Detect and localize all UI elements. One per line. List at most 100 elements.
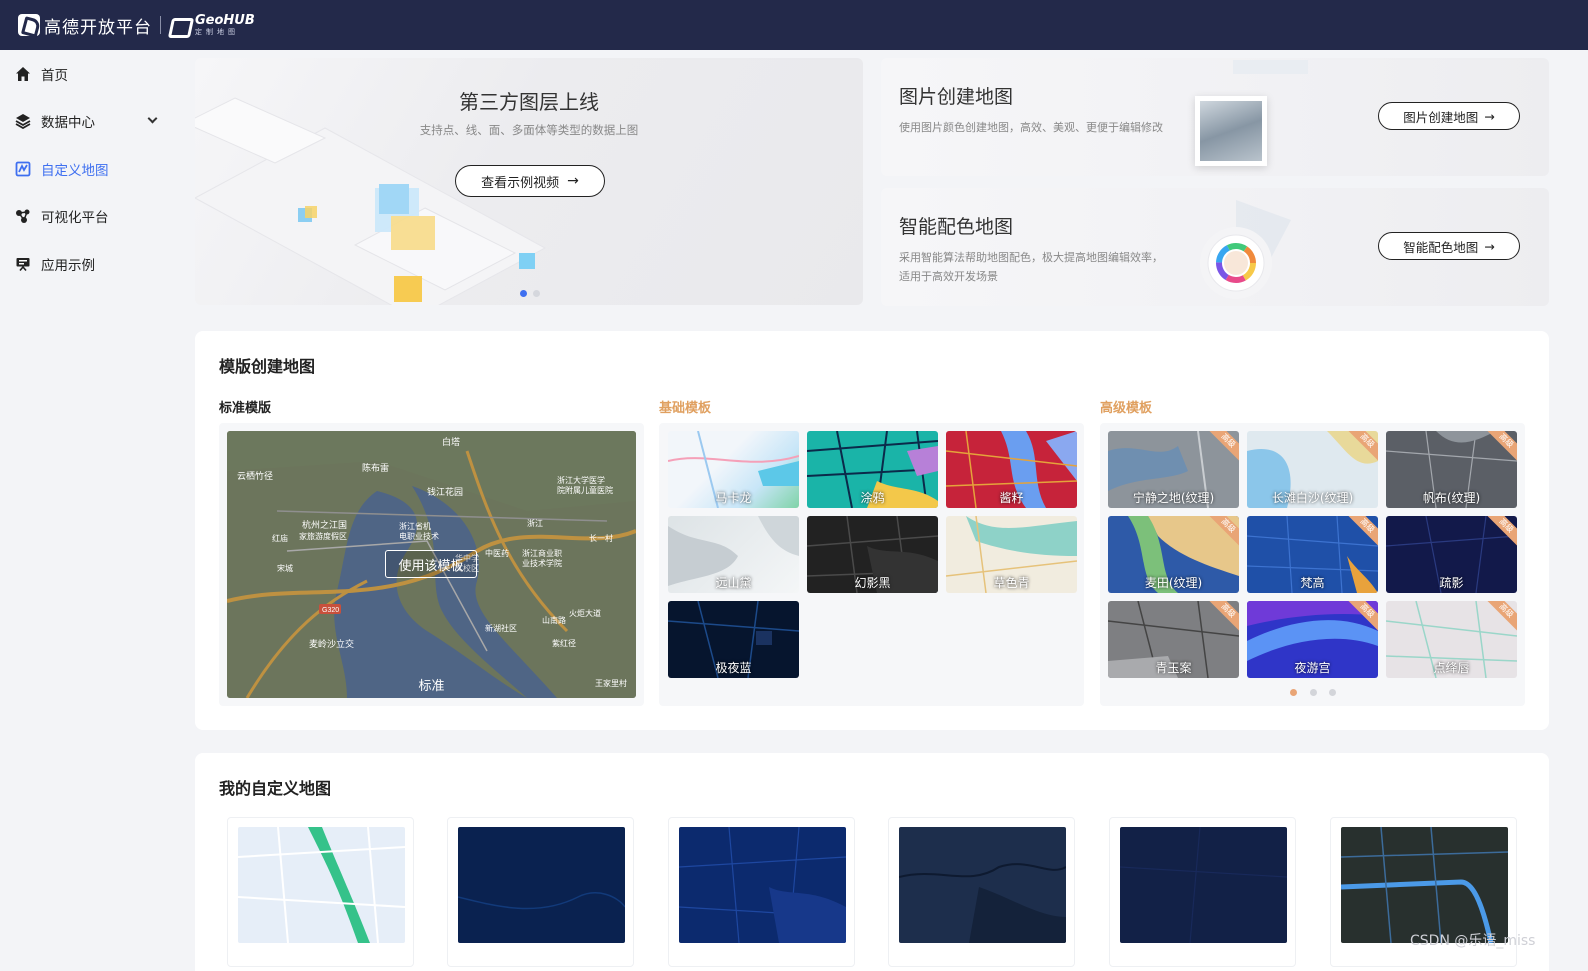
map-thumbnail [238, 827, 405, 943]
template-name: 宁静之地(纹理) [1132, 491, 1215, 505]
app-example-icon [15, 256, 31, 272]
template-name: 点绛唇 [1433, 661, 1470, 675]
map-name-label: 标准 [418, 679, 445, 694]
my-map-card[interactable] [888, 817, 1075, 967]
basic-template-card[interactable]: 草色青 [946, 516, 1077, 593]
button-label: 查看示例视频 [481, 175, 560, 191]
watermark: CSDN @乐语_miss [1410, 933, 1536, 949]
template-name: 远山黛 [715, 576, 752, 590]
template-name: 幻影黑 [854, 576, 891, 590]
map-thumbnail [899, 827, 1066, 943]
button-label: 智能配色地图 [1403, 239, 1479, 255]
my-map-card[interactable] [1109, 817, 1296, 967]
carousel-dot[interactable] [533, 290, 540, 297]
basic-template-card[interactable]: 酱籽 [946, 431, 1077, 508]
hero-subtitle: 支持点、线、面、多面体等类型的数据上图 [419, 123, 639, 137]
use-template-button[interactable]: 使用该模板 [385, 550, 477, 578]
sidebar-item-home[interactable]: 首页 [0, 50, 180, 98]
map-place-label: 红庙 [272, 533, 288, 543]
carousel-dot[interactable] [1310, 689, 1317, 696]
map-place-label: 浙江大学医学 [557, 475, 605, 485]
map-preview [899, 863, 1066, 943]
advanced-template-card[interactable]: 高级 点绛唇 [1386, 601, 1517, 678]
chevron-down-icon[interactable] [147, 113, 158, 123]
advanced-template-card[interactable]: 高级 疏影 [1386, 516, 1517, 593]
brand-divider [160, 16, 161, 34]
sidebar-item-app-examples[interactable]: 应用示例 [0, 240, 180, 288]
advanced-template-card[interactable]: 高级 帆布(纹理) [1386, 431, 1517, 508]
my-map-card[interactable] [447, 817, 634, 967]
map-place-label: 山南路 [542, 615, 566, 625]
map-place-label: 紫红径 [552, 638, 576, 648]
view-example-video-button[interactable]: 查看示例视频 → [455, 165, 605, 197]
wave-photo-icon [1200, 101, 1262, 161]
brand-name: 高德开放平台 [44, 17, 152, 38]
arrow-right-icon: → [567, 173, 579, 189]
template-name: 酱籽 [999, 491, 1024, 505]
template-name: 马卡龙 [715, 491, 752, 505]
template-name: 草色青 [993, 576, 1030, 590]
sidebar-item-custom-map[interactable]: 自定义地图 [0, 145, 180, 193]
template-name: 长滩白沙(纹理) [1271, 491, 1354, 505]
basic-template-card[interactable]: 幻影黑 [807, 516, 938, 593]
sidebar-item-label: 首页 [41, 67, 68, 84]
template-name: 疏影 [1439, 576, 1464, 590]
basic-template-card[interactable]: 极夜蓝 [668, 601, 799, 678]
map-place-label: 火炬大道 [569, 608, 601, 618]
basic-template-card[interactable]: 涂鸦 [807, 431, 938, 508]
geohub-brand: GeoHUB 定制地图 [195, 14, 255, 36]
sidebar-item-visualization[interactable]: 可视化平台 [0, 193, 180, 241]
sidebar-item-label: 数据中心 [41, 115, 95, 132]
advanced-template-card[interactable]: 高级 梵高 [1247, 516, 1378, 593]
advanced-template-card[interactable]: 高级 麦田(纹理) [1108, 516, 1239, 593]
my-map-card[interactable] [668, 817, 855, 967]
template-name: 涂鸦 [860, 491, 885, 505]
promo-title: 图片创建地图 [899, 86, 1014, 108]
template-name: 青玉案 [1155, 661, 1192, 675]
promo-title: 智能配色地图 [899, 216, 1014, 238]
map-place-label: 陈布雷 [362, 462, 389, 473]
map-place-label: 中医药 [485, 548, 509, 558]
map-preview [1120, 827, 1287, 943]
my-map-card[interactable] [227, 817, 414, 967]
map-preview [679, 827, 846, 943]
sidebar-item-data-center[interactable]: 数据中心 [0, 98, 180, 146]
carousel-dot[interactable] [1329, 689, 1336, 696]
map-place-label: 浙江省机 [399, 521, 431, 531]
advanced-template-card[interactable]: 高级 长滩白沙(纹理) [1247, 431, 1378, 508]
map-preview [1341, 827, 1508, 943]
sidebar-item-label: 可视化平台 [41, 210, 109, 227]
basic-template-title: 基础模板 [659, 401, 712, 416]
promo-description: 采用智能算法帮助地图配色，极大提高地图编辑效率，适用于高效开发场景 [899, 251, 1163, 283]
basic-template-card[interactable]: 远山黛 [668, 516, 799, 593]
advanced-template-card[interactable]: 高级 夜游宫 [1247, 601, 1378, 678]
template-name: 极夜蓝 [715, 661, 752, 675]
template-name: 麦田(纹理) [1144, 576, 1203, 590]
basic-template-card[interactable]: 马卡龙 [668, 431, 799, 508]
layers-icon [15, 113, 31, 130]
brand[interactable]: 高德开放平台 GeoHUB 定制地图 [18, 13, 255, 38]
button-label: 图片创建地图 [1403, 109, 1479, 125]
geohub-subtitle: 定制地图 [195, 28, 239, 36]
image-create-map-button[interactable]: 图片创建地图 → [1378, 102, 1520, 130]
template-name: 帆布(纹理) [1422, 491, 1481, 505]
smart-color-map-button[interactable]: 智能配色地图 → [1378, 232, 1520, 260]
map-place-label: 云栖竹径 [237, 470, 273, 481]
map-place-label: 白塔 [442, 436, 460, 447]
advanced-template-title: 高级模板 [1100, 401, 1153, 416]
geohub-title: GeoHUB [195, 13, 255, 28]
arrow-right-icon: → [1484, 238, 1495, 254]
geohub-logo-icon [169, 15, 191, 35]
map-place-label: 杭州之江国 [302, 519, 347, 530]
advanced-template-card[interactable]: 高级 青玉案 [1108, 601, 1239, 678]
template-name: 梵高 [1300, 576, 1325, 590]
map-place-label: 钱江花园 [427, 486, 463, 497]
map-thumbnail [1120, 827, 1287, 943]
template-section: 模版创建地图 标准模版 基础模板 高级模板 白塔 陈布雷 浙江大学医学 院附属儿… [195, 331, 1549, 730]
advanced-template-card[interactable]: 高级 宁静之地(纹理) [1108, 431, 1239, 508]
map-place-label: 业技术学院 [522, 558, 562, 568]
carousel-dot-active[interactable] [520, 290, 527, 297]
standard-map-card[interactable]: 白塔 陈布雷 浙江大学医学 院附属儿童医院 云栖竹径 钱江花园 杭州之江国 家旅… [227, 431, 636, 698]
carousel-dot-active[interactable] [1290, 689, 1297, 696]
top-bar: 高德开放平台 GeoHUB 定制地图 [0, 0, 1588, 50]
